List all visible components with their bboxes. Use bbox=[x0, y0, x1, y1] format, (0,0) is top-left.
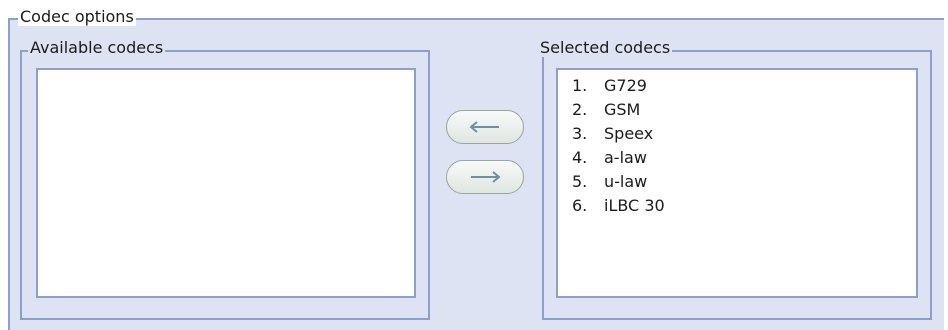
codec-item-number: 3. bbox=[572, 124, 588, 143]
codec-item-number: 2. bbox=[572, 100, 588, 119]
selected-codecs-list[interactable]: 1. G729 2. GSM 3. Speex 4. a-law 5. u-la… bbox=[556, 68, 918, 298]
move-left-button[interactable] bbox=[446, 110, 524, 144]
arrow-right-icon bbox=[468, 170, 502, 184]
codec-item-number: 6. bbox=[572, 196, 588, 215]
codec-list-item[interactable]: 4. a-law bbox=[558, 146, 916, 170]
codec-item-number: 5. bbox=[572, 172, 588, 191]
codec-list-item[interactable]: 5. u-law bbox=[558, 170, 916, 194]
available-codecs-title: Available codecs bbox=[28, 38, 166, 57]
codec-item-name: GSM bbox=[604, 100, 641, 119]
codec-item-name: G729 bbox=[604, 76, 647, 95]
selected-codecs-title: Selected codecs bbox=[538, 38, 673, 57]
codec-list-item[interactable]: 6. iLBC 30 bbox=[558, 194, 916, 218]
codec-item-number: 4. bbox=[572, 148, 588, 167]
codec-list-item[interactable]: 3. Speex bbox=[558, 122, 916, 146]
codec-item-name: a-law bbox=[604, 148, 647, 167]
move-right-button[interactable] bbox=[446, 160, 524, 194]
codec-options-title: Codec options bbox=[18, 7, 136, 26]
available-codecs-list[interactable] bbox=[36, 68, 416, 298]
codec-list-item[interactable]: 1. G729 bbox=[558, 74, 916, 98]
codec-list-item[interactable]: 2. GSM bbox=[558, 98, 916, 122]
codec-item-number: 1. bbox=[572, 76, 588, 95]
codec-item-name: Speex bbox=[604, 124, 654, 143]
codec-item-name: u-law bbox=[604, 172, 648, 191]
arrow-left-icon bbox=[468, 120, 502, 134]
codec-item-name: iLBC 30 bbox=[604, 196, 665, 215]
